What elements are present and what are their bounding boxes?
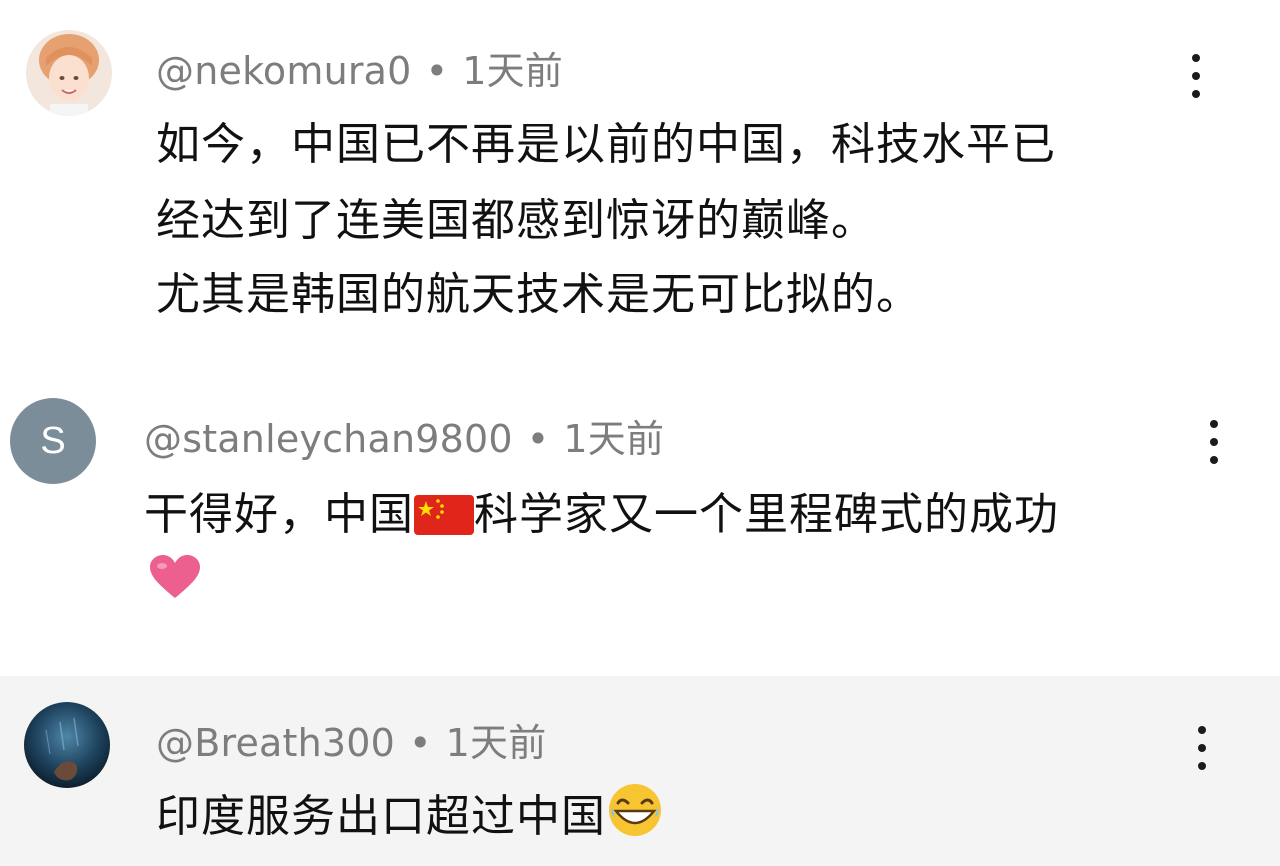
comment-text-line: 如今，中国已不再是以前的中国，科技水平已 (156, 119, 1056, 170)
comment-item: @nekomura0 • 1天前 如今，中国已不再是以前的中国，科技水平已 经达到了… (0, 0, 1280, 370)
comment-text-part: 干得好，中国 (144, 489, 414, 540)
comment-meta: @stanleychan9800 • 1天前 (144, 408, 664, 463)
timestamp: 1天前 (445, 721, 547, 765)
more-options-icon[interactable] (1192, 726, 1212, 772)
user-avatar[interactable] (24, 702, 110, 788)
separator-dot: • (425, 49, 449, 93)
user-avatar[interactable] (26, 30, 112, 116)
dark-blue-photo-avatar-icon (24, 702, 110, 788)
china-flag-icon (414, 495, 474, 546)
comments-page: @nekomura0 • 1天前 如今，中国已不再是以前的中国，科技水平已 经达到了… (0, 0, 1280, 866)
laughing-face-icon (606, 783, 664, 848)
comment-text-line (148, 554, 202, 611)
comment-meta: @Breath300 • 1天前 (156, 712, 546, 767)
comment-text-part: 科学家又一个里程碑式的成功 (474, 489, 1059, 540)
woman-portrait-avatar-icon (26, 30, 112, 116)
comment-meta: @nekomura0 • 1天前 (156, 40, 563, 95)
timestamp: 1天前 (563, 417, 665, 461)
username[interactable]: @stanleychan9800 (144, 417, 513, 461)
separator-dot: • (409, 721, 432, 765)
comment-text-line: 干得好，中国 科学家又一个里程碑式的成功 (144, 478, 1059, 546)
comment-item: @Breath300 • 1天前 印度服务出口超过中国 (0, 676, 1280, 866)
avatar-letter: S (40, 420, 66, 462)
more-options-icon[interactable] (1204, 420, 1224, 466)
timestamp: 1天前 (462, 49, 563, 93)
comment-item: S @stanleychan9800 • 1天前 干得好，中国 科学家又一个里程碑式的… (0, 370, 1280, 676)
separator-dot: • (526, 417, 550, 461)
pink-heart-icon (148, 554, 202, 611)
comment-text-line: 尤其是韩国的航天技术是无可比拟的。 (156, 269, 921, 320)
comment-text-line: 印度服务出口超过中国 (156, 780, 664, 848)
username[interactable]: @nekomura0 (156, 49, 412, 93)
comment-text-line: 经达到了连美国都感到惊讶的巅峰。 (156, 195, 876, 246)
user-avatar[interactable]: S (10, 398, 96, 484)
more-options-icon[interactable] (1186, 54, 1206, 100)
username[interactable]: @Breath300 (156, 721, 395, 765)
comment-text-part: 印度服务出口超过中国 (156, 791, 606, 842)
